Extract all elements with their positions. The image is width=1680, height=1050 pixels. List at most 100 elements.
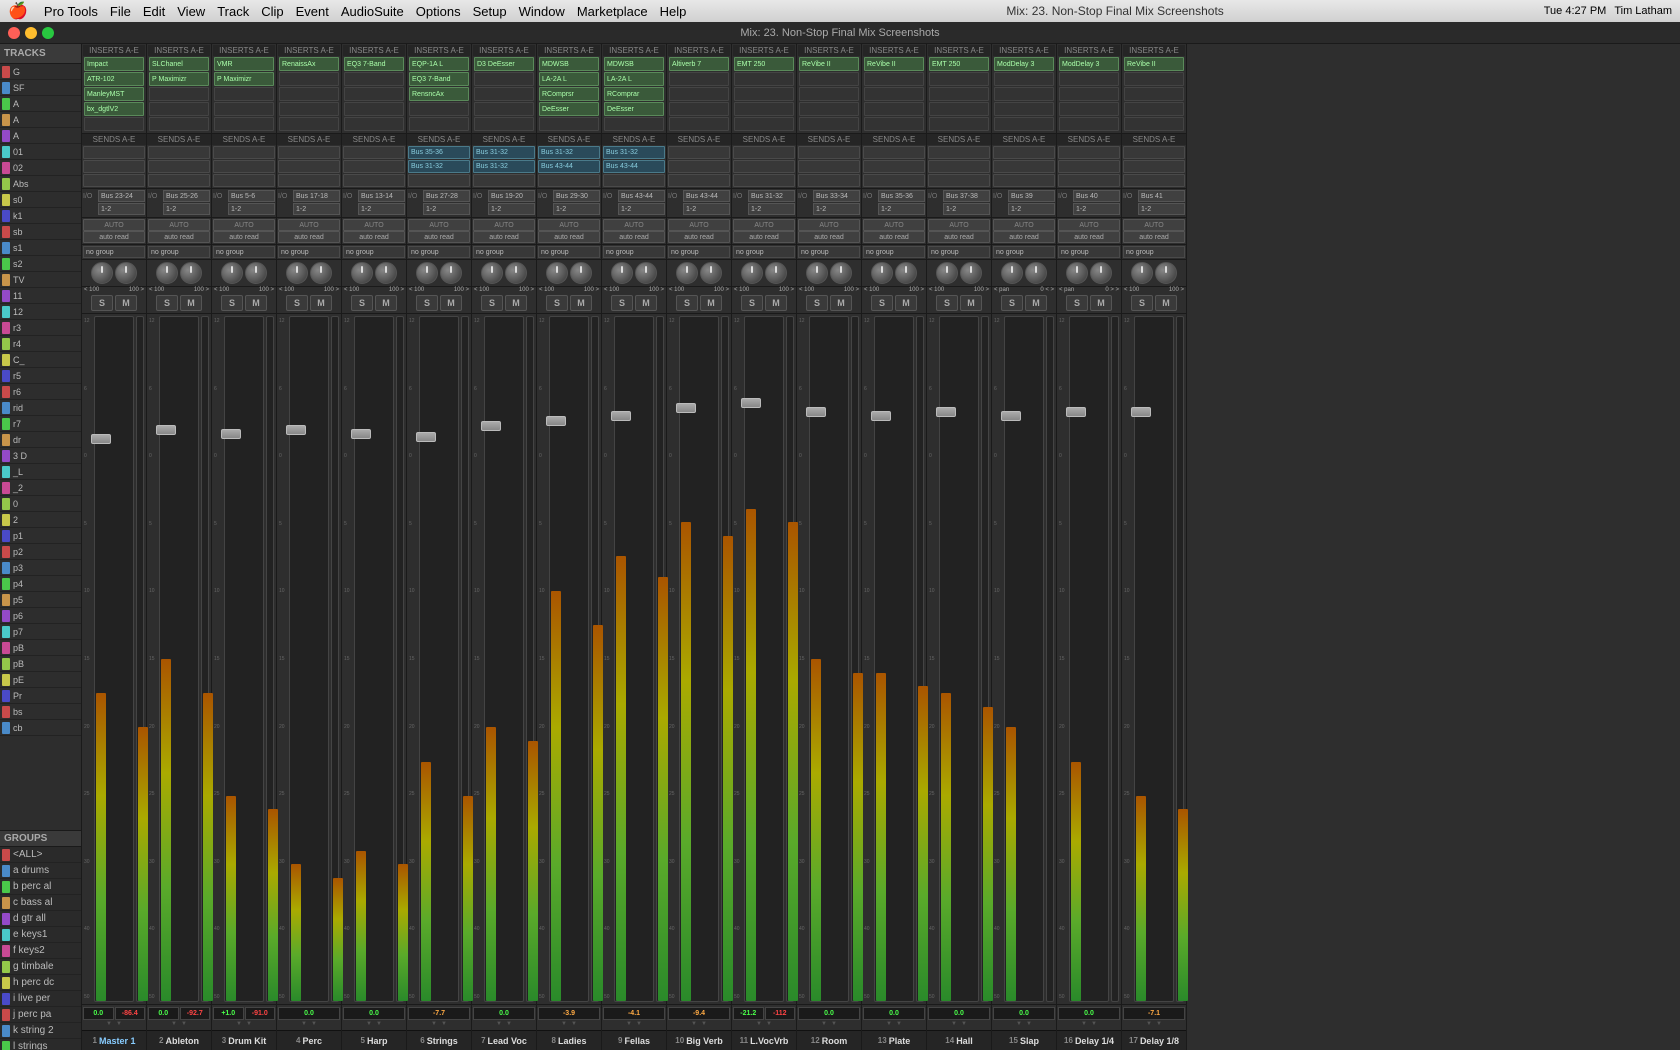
fader-handle[interactable]	[351, 429, 371, 439]
pan-knob-left[interactable]	[936, 262, 958, 284]
track-item[interactable]: 12	[0, 304, 81, 320]
channel-name[interactable]: 16 Delay 1/4	[1057, 1030, 1121, 1050]
group-item[interactable]: f keys2	[0, 943, 81, 959]
pan-knob-left[interactable]	[741, 262, 763, 284]
menu-view[interactable]: View	[177, 4, 205, 19]
pan-knob-left[interactable]	[1066, 262, 1088, 284]
group-button[interactable]: no group	[213, 246, 275, 258]
send-slot-empty[interactable]	[83, 174, 145, 187]
track-item[interactable]: C_	[0, 352, 81, 368]
insert-slot[interactable]: SLChanel	[149, 57, 209, 71]
io-bus-value[interactable]: Bus 25-26	[163, 190, 210, 202]
group-item[interactable]: e keys1	[0, 927, 81, 943]
fader-track-left[interactable]	[94, 316, 134, 1002]
sends-label[interactable]: SENDS A-E	[407, 134, 471, 145]
insert-slot-empty[interactable]	[1124, 102, 1184, 116]
insert-slot-empty[interactable]	[929, 102, 989, 116]
channel-name[interactable]: 14 Hall	[927, 1030, 991, 1050]
track-item[interactable]: A	[0, 128, 81, 144]
send-slot-empty[interactable]	[148, 174, 210, 187]
mute-button[interactable]: M	[180, 295, 202, 311]
send-slot-empty[interactable]	[473, 174, 535, 187]
track-item[interactable]: 11	[0, 288, 81, 304]
pan-knob-left[interactable]	[676, 262, 698, 284]
pan-knob-right[interactable]	[310, 262, 332, 284]
pan-knob-right[interactable]	[830, 262, 852, 284]
send-slot-empty[interactable]	[928, 146, 990, 159]
fader-handle[interactable]	[286, 425, 306, 435]
sends-label[interactable]: SENDS A-E	[147, 134, 211, 145]
insert-slot-empty[interactable]	[799, 87, 859, 101]
insert-slot-empty[interactable]	[344, 87, 404, 101]
pan-knob-left[interactable]	[611, 262, 633, 284]
channel-name[interactable]: 17 Delay 1/8	[1122, 1030, 1186, 1050]
level-left[interactable]: -7.1	[1123, 1007, 1185, 1020]
pan-knob-left[interactable]	[91, 262, 113, 284]
io-in-value[interactable]: 1-2	[878, 203, 925, 215]
group-item[interactable]: d gtr all	[0, 911, 81, 927]
fader-track-left[interactable]	[354, 316, 394, 1002]
sends-label[interactable]: SENDS A-E	[1122, 134, 1186, 145]
auto-read-button[interactable]: auto read	[668, 231, 730, 243]
inserts-label[interactable]: INSERTS A-E	[863, 45, 925, 56]
menu-window[interactable]: Window	[519, 4, 565, 19]
insert-slot-empty[interactable]	[1124, 117, 1184, 131]
send-slot-empty[interactable]	[733, 174, 795, 187]
io-bus-value[interactable]: Bus 17-18	[293, 190, 340, 202]
track-item[interactable]: 0	[0, 496, 81, 512]
insert-slot[interactable]: LA-2A L	[604, 72, 664, 86]
pan-knob-left[interactable]	[546, 262, 568, 284]
inserts-label[interactable]: INSERTS A-E	[148, 45, 210, 56]
insert-slot[interactable]: D3 DeEsser	[474, 57, 534, 71]
insert-slot-empty[interactable]	[929, 87, 989, 101]
insert-slot-empty[interactable]	[864, 72, 924, 86]
io-in-value[interactable]: 1-2	[1138, 203, 1185, 215]
pan-knob-right[interactable]	[765, 262, 787, 284]
track-item[interactable]: r7	[0, 416, 81, 432]
inserts-label[interactable]: INSERTS A-E	[1058, 45, 1120, 56]
pan-knob-left[interactable]	[481, 262, 503, 284]
insert-slot-empty[interactable]	[734, 72, 794, 86]
insert-slot[interactable]: Impact	[84, 57, 144, 71]
send-slot-empty[interactable]	[668, 160, 730, 173]
insert-slot[interactable]: MDWSB	[604, 57, 664, 71]
inserts-label[interactable]: INSERTS A-E	[83, 45, 145, 56]
insert-slot[interactable]: EQP-1A L	[409, 57, 469, 71]
insert-slot[interactable]: RensncAx	[409, 87, 469, 101]
insert-slot-empty[interactable]	[214, 87, 274, 101]
send-slot-empty[interactable]	[343, 174, 405, 187]
insert-slot-empty[interactable]	[669, 72, 729, 86]
insert-slot-empty[interactable]	[799, 102, 859, 116]
solo-button[interactable]: S	[1001, 295, 1023, 311]
io-in-value[interactable]: 1-2	[1008, 203, 1055, 215]
insert-slot-empty[interactable]	[734, 102, 794, 116]
fader-handle[interactable]	[806, 407, 826, 417]
mute-button[interactable]: M	[245, 295, 267, 311]
send-slot[interactable]: Bus 31-32	[473, 160, 535, 173]
send-slot-empty[interactable]	[668, 174, 730, 187]
level-left[interactable]: 0.0	[148, 1007, 179, 1020]
sends-label[interactable]: SENDS A-E	[342, 134, 406, 145]
level-left[interactable]: 0.0	[928, 1007, 990, 1020]
send-slot[interactable]: Bus 31-32	[473, 146, 535, 159]
auto-read-button[interactable]: auto read	[733, 231, 795, 243]
group-button[interactable]: no group	[733, 246, 795, 258]
send-slot-empty[interactable]	[213, 174, 275, 187]
fader-handle[interactable]	[871, 411, 891, 421]
group-button[interactable]: no group	[863, 246, 925, 258]
level-left[interactable]: 0.0	[473, 1007, 535, 1020]
fader-track-left[interactable]	[1069, 316, 1109, 1002]
fader-track-left[interactable]	[874, 316, 914, 1002]
inserts-label[interactable]: INSERTS A-E	[473, 45, 535, 56]
group-button[interactable]: no group	[408, 246, 470, 258]
group-item[interactable]: <ALL>	[0, 847, 81, 863]
solo-button[interactable]: S	[676, 295, 698, 311]
insert-slot-empty[interactable]	[84, 117, 144, 131]
pan-knob-right[interactable]	[505, 262, 527, 284]
fader-handle[interactable]	[221, 429, 241, 439]
track-item[interactable]: s1	[0, 240, 81, 256]
auto-read-button[interactable]: auto read	[603, 231, 665, 243]
auto-read-button[interactable]: auto read	[928, 231, 990, 243]
fader-track-left[interactable]	[484, 316, 524, 1002]
auto-read-button[interactable]: auto read	[213, 231, 275, 243]
